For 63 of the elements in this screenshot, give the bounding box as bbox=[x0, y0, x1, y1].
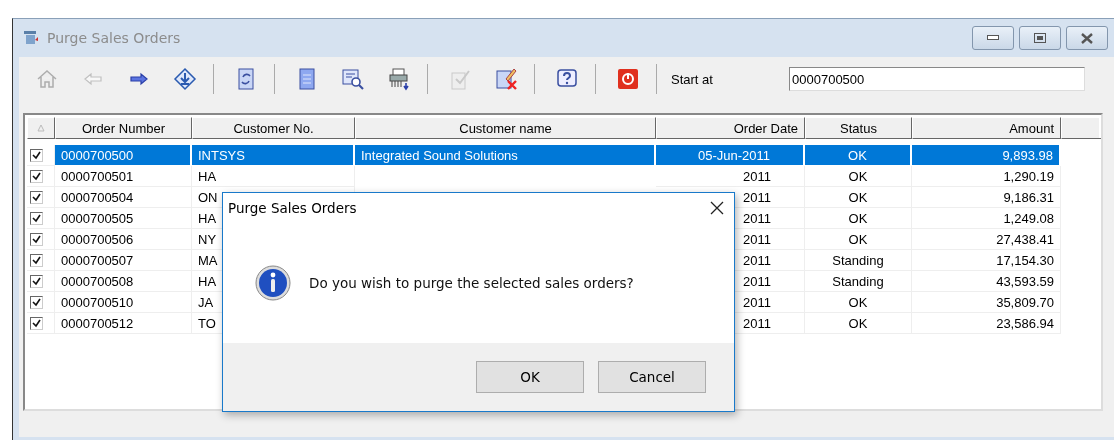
column-header[interactable]: Order Date bbox=[656, 117, 805, 139]
table-cell: OK bbox=[805, 229, 912, 250]
row-checkbox[interactable] bbox=[30, 316, 43, 330]
minimize-button[interactable] bbox=[972, 26, 1014, 50]
table-cell: OK bbox=[805, 187, 912, 208]
table-cell: 05-Jun-2011 bbox=[656, 145, 805, 166]
app-icon bbox=[23, 30, 39, 46]
table-cell: 0000700507 bbox=[55, 250, 192, 271]
column-header[interactable]: Customer No. bbox=[192, 117, 355, 139]
row-checkbox[interactable] bbox=[30, 148, 43, 162]
table-cell: 0000700501 bbox=[55, 166, 192, 187]
column-header[interactable]: Order Number bbox=[55, 117, 192, 139]
table-cell: 0000700510 bbox=[55, 292, 192, 313]
column-header[interactable]: Amount bbox=[912, 117, 1061, 139]
table-cell: 43,593.59 bbox=[912, 271, 1061, 292]
table-cell: INTSYS bbox=[192, 145, 355, 166]
close-icon bbox=[1080, 32, 1094, 44]
table-cell: 2011 bbox=[656, 166, 805, 187]
table-cell: 0000700512 bbox=[55, 313, 192, 334]
sort-icon bbox=[37, 124, 45, 132]
table-cell: 0000700508 bbox=[55, 271, 192, 292]
column-header[interactable]: Status bbox=[805, 117, 912, 139]
table-cell: 0000700505 bbox=[55, 208, 192, 229]
maximize-icon bbox=[1034, 33, 1046, 43]
row-checkbox[interactable] bbox=[30, 274, 43, 288]
table-cell: 17,154.30 bbox=[912, 250, 1061, 271]
table-cell: OK bbox=[805, 208, 912, 229]
maximize-button[interactable] bbox=[1019, 26, 1061, 50]
table-cell: 9,186.31 bbox=[912, 187, 1061, 208]
table-cell: HA bbox=[192, 166, 355, 187]
minimize-icon bbox=[987, 35, 999, 41]
cancel-button[interactable]: Cancel bbox=[598, 361, 706, 393]
start-at-field[interactable]: 0000700500 bbox=[789, 67, 1085, 91]
info-icon bbox=[255, 265, 291, 301]
row-checkbox[interactable] bbox=[30, 190, 43, 204]
ok-button[interactable]: OK bbox=[476, 361, 584, 393]
sort-header[interactable] bbox=[27, 117, 55, 139]
row-checkbox[interactable] bbox=[30, 253, 43, 267]
row-checkbox[interactable] bbox=[30, 295, 43, 309]
table-cell: OK bbox=[805, 145, 912, 166]
table-cell: Standing bbox=[805, 271, 912, 292]
row-checkbox[interactable] bbox=[30, 211, 43, 225]
table-cell: 1,249.08 bbox=[912, 208, 1061, 229]
table-cell: OK bbox=[805, 166, 912, 187]
close-button[interactable] bbox=[1066, 26, 1108, 50]
table-cell: 0000700506 bbox=[55, 229, 192, 250]
table-cell: 1,290.19 bbox=[912, 166, 1061, 187]
row-checkbox[interactable] bbox=[30, 232, 43, 246]
table-cell: Integrated Sound Solutions bbox=[355, 145, 656, 166]
table-cell: 0000700504 bbox=[55, 187, 192, 208]
table-cell: Standing bbox=[805, 250, 912, 271]
close-icon[interactable] bbox=[710, 201, 724, 215]
table-cell: OK bbox=[805, 292, 912, 313]
row-checkbox[interactable] bbox=[30, 169, 43, 183]
start-at-label: Start at bbox=[671, 71, 714, 87]
column-header[interactable]: Customer name bbox=[355, 117, 656, 139]
table-cell: 23,586.94 bbox=[912, 313, 1061, 334]
table-cell: 9,893.98 bbox=[912, 145, 1061, 166]
table-cell: 27,438.41 bbox=[912, 229, 1061, 250]
window-title: Purge Sales Orders bbox=[47, 30, 181, 46]
table-cell: 0000700500 bbox=[55, 145, 192, 166]
table-cell: 35,809.70 bbox=[912, 292, 1061, 313]
table-cell: OK bbox=[805, 313, 912, 334]
